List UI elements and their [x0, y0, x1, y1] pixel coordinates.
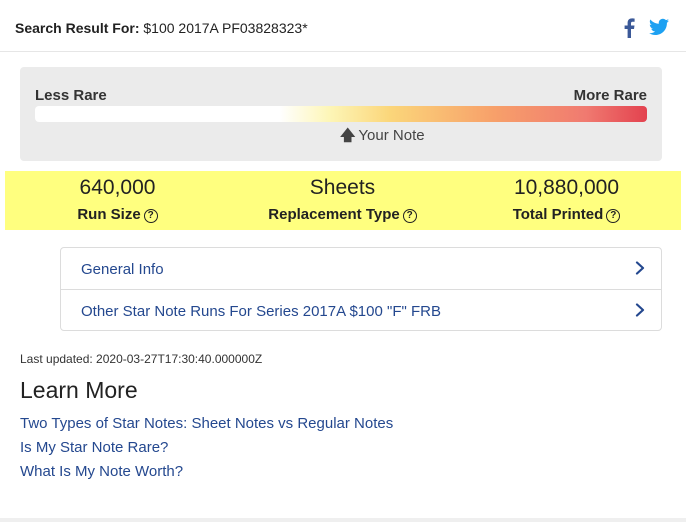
link-two-types-star-notes[interactable]: Two Types of Star Notes: Sheet Notes vs …: [20, 415, 393, 432]
note-stats: 640,000 Run Size? Sheets Replacement Typ…: [5, 171, 681, 230]
bottom-divider: [0, 518, 686, 522]
search-result-title: Search Result For: $100 2017A PF03828323…: [15, 20, 308, 36]
stat-caption: Run Size?: [5, 206, 230, 223]
accordion-other-star-runs[interactable]: Other Star Note Runs For Series 2017A $1…: [61, 289, 661, 330]
less-rare-label: Less Rare: [35, 87, 107, 104]
accordion-label: General Info: [81, 261, 164, 278]
learn-more-heading: Learn More: [20, 377, 138, 403]
facebook-icon[interactable]: [622, 18, 636, 38]
help-icon[interactable]: ?: [402, 209, 417, 223]
link-is-my-star-note-rare[interactable]: Is My Star Note Rare?: [20, 439, 168, 456]
search-header: Search Result For: $100 2017A PF03828323…: [0, 0, 686, 52]
last-updated: Last updated: 2020-03-27T17:30:40.000000…: [20, 352, 263, 366]
stat-value: Sheets: [309, 176, 376, 199]
info-accordion: General Info Other Star Note Runs For Se…: [60, 247, 662, 331]
help-icon[interactable]: ?: [606, 209, 621, 223]
stat-replacement-type: Sheets Replacement Type?: [230, 171, 455, 223]
your-note-label: Your Note: [358, 127, 425, 144]
rarity-scale: Less Rare More Rare 🡅 Your Note: [20, 67, 662, 161]
search-query: $100 2017A PF03828323*: [143, 20, 308, 36]
accordion-general-info[interactable]: General Info: [61, 248, 661, 289]
twitter-icon[interactable]: [649, 18, 669, 36]
stat-total-printed: 10,880,000 Total Printed?: [454, 171, 679, 223]
stat-value: 10,880,000: [513, 176, 620, 199]
stat-caption: Total Printed?: [454, 206, 679, 223]
chevron-right-icon: [635, 303, 645, 317]
chevron-right-icon: [635, 261, 645, 275]
search-result-label: Search Result For:: [15, 20, 140, 36]
stat-caption: Replacement Type?: [230, 206, 455, 223]
rarity-gradient-bar: [35, 106, 647, 122]
arrow-up-icon: 🡅: [340, 127, 356, 144]
link-what-is-my-note-worth[interactable]: What Is My Note Worth?: [20, 463, 183, 480]
your-note-marker: 🡅 Your Note: [340, 125, 425, 150]
more-rare-label: More Rare: [573, 87, 647, 104]
help-icon[interactable]: ?: [143, 209, 158, 223]
stat-run-size: 640,000 Run Size?: [5, 171, 230, 223]
accordion-label: Other Star Note Runs For Series 2017A $1…: [81, 303, 441, 320]
stat-value: 640,000: [79, 176, 156, 199]
